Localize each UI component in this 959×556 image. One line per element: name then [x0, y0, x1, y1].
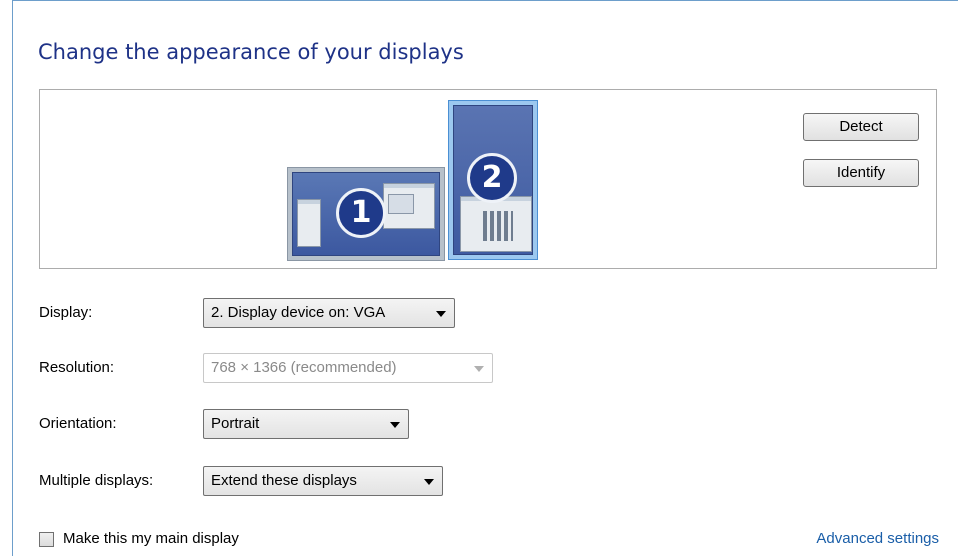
display-label: Display: [39, 304, 93, 321]
chevron-down-icon [390, 422, 400, 428]
mini-window-icon [297, 199, 321, 247]
multiple-displays-label: Multiple displays: [39, 472, 154, 489]
orientation-select[interactable]: Portrait [203, 409, 409, 439]
monitor-1-number-badge: 1 [336, 188, 386, 238]
display-select-value: 2. Display device on: VGA [211, 304, 386, 321]
resolution-select-value: 768 × 1366 (recommended) [211, 359, 397, 376]
window-frame [12, 0, 958, 556]
multiple-displays-select-value: Extend these displays [211, 472, 357, 489]
resolution-label: Resolution: [39, 359, 115, 376]
detect-button[interactable]: Detect [803, 113, 919, 141]
page-title: Change the appearance of your displays [38, 40, 464, 64]
display-arrangement-area: 1 2 Detect Identify [39, 89, 937, 269]
chevron-down-icon [424, 479, 434, 485]
chevron-down-icon [474, 366, 484, 372]
main-display-checkbox[interactable] [39, 532, 54, 547]
monitor-1[interactable]: 1 [287, 167, 445, 261]
monitor-2[interactable]: 2 [448, 100, 538, 260]
advanced-settings-link[interactable]: Advanced settings [816, 530, 939, 547]
chevron-down-icon [436, 311, 446, 317]
display-select[interactable]: 2. Display device on: VGA [203, 298, 455, 328]
orientation-select-value: Portrait [211, 415, 260, 432]
orientation-label: Orientation: [39, 415, 117, 432]
identify-button[interactable]: Identify [803, 159, 919, 187]
mini-window-icon [460, 196, 532, 252]
monitor-2-number-badge: 2 [467, 153, 517, 203]
mini-window-icon [383, 183, 435, 229]
resolution-select: 768 × 1366 (recommended) [203, 353, 493, 383]
main-display-label[interactable]: Make this my main display [63, 530, 239, 547]
multiple-displays-select[interactable]: Extend these displays [203, 466, 443, 496]
